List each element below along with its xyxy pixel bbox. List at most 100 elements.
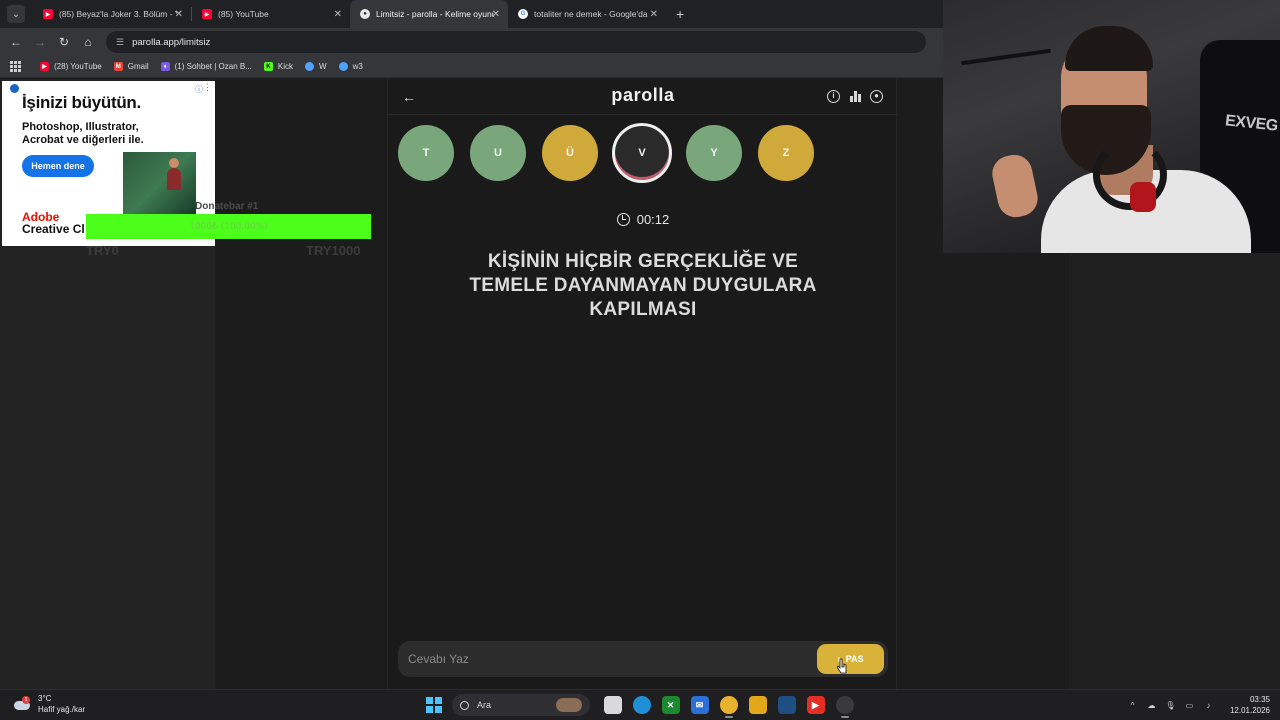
- bookmark-label: W: [319, 62, 327, 71]
- cloud-icon[interactable]: ☁: [1146, 700, 1157, 711]
- browser-tab[interactable]: ▶ (85) Beyaz'la Joker 3. Bölüm - Y ✕: [33, 0, 191, 28]
- close-tab-icon[interactable]: ✕: [492, 9, 500, 20]
- youtube-icon: ▶: [40, 62, 49, 71]
- obs-icon[interactable]: [835, 696, 854, 718]
- bookmark-item[interactable]: ▶ (28) YouTube: [40, 62, 102, 71]
- ad-info-icon[interactable]: ⓘ: [195, 84, 203, 95]
- tab-title: (85) Beyaz'la Joker 3. Bölüm - Y: [59, 9, 177, 19]
- letter-char: Ü: [566, 147, 574, 159]
- volume-icon[interactable]: ♪: [1203, 700, 1214, 711]
- forward-arrow-icon[interactable]: →: [28, 35, 52, 49]
- back-arrow-icon[interactable]: ←: [4, 35, 28, 49]
- ad-body: Photoshop, Illustrator, Acrobat ve diğer…: [22, 121, 144, 146]
- right-gutter: [1069, 253, 1280, 689]
- donatebar-max-label: TRY1000: [306, 243, 361, 258]
- hand-cursor-icon: [837, 658, 847, 674]
- close-tab-icon[interactable]: ✕: [650, 9, 658, 20]
- browser-tab-active[interactable]: ● Limitsiz - parolla - Kelime oyunu ✕: [350, 0, 508, 28]
- bookmark-item[interactable]: K Kick: [263, 62, 293, 71]
- apps-grid-icon[interactable]: [10, 60, 22, 73]
- bookmark-label: Kick: [277, 62, 293, 71]
- taskbar-search[interactable]: Ara: [452, 694, 590, 716]
- windows-start-icon[interactable]: [426, 697, 442, 713]
- youtube-icon: ▶: [202, 9, 212, 19]
- bookmark-item[interactable]: W: [305, 62, 327, 71]
- home-icon[interactable]: ⌂: [76, 35, 100, 49]
- letter-char: U: [494, 147, 502, 159]
- letter-char: Z: [782, 147, 790, 159]
- taskbar-clock[interactable]: 03:35 12.01.2026: [1230, 694, 1270, 716]
- youtube-icon[interactable]: ▶: [806, 696, 825, 714]
- youtube-icon: ▶: [43, 9, 53, 19]
- close-tab-icon[interactable]: ✕: [334, 9, 342, 20]
- mail-icon[interactable]: ✉: [690, 696, 709, 714]
- system-tray: ^ ☁ 🎙 ▭ ♪ 03:35 12.01.2026: [1123, 693, 1270, 717]
- browser-tab[interactable]: G totaliter ne demek - Google'da ✕: [508, 0, 666, 28]
- browser-toolbar: ← → ↻ ⌂ ☰ parolla.app/limitsiz: [0, 28, 943, 56]
- task-view-icon[interactable]: [603, 696, 622, 714]
- donatebar-progress: 1000₺ (100.00%): [86, 214, 371, 239]
- bookmark-item[interactable]: M Gmail: [113, 62, 149, 71]
- letter-char: Y: [710, 147, 718, 159]
- question-text: KİŞİNİN HİÇBİR GERÇEKLİĞE VE TEMELE DAYA…: [469, 251, 817, 320]
- bookmark-item[interactable]: w3: [338, 62, 363, 71]
- pass-button[interactable]: › PAS: [817, 644, 884, 674]
- site-settings-icon[interactable]: ☰: [116, 37, 124, 48]
- weather-widget[interactable]: 1 3°C Hafif yağ./kar: [14, 693, 85, 715]
- bookmark-label: (1) Sohbet | Ozan B...: [174, 62, 252, 71]
- chat-icon: ♦: [160, 62, 170, 71]
- answer-input[interactable]: [398, 641, 808, 677]
- google-icon: G: [518, 9, 528, 19]
- close-tab-icon[interactable]: ✕: [175, 9, 183, 20]
- tab-title: Limitsiz - parolla - Kelime oyunu: [376, 9, 494, 19]
- clock-time: 03:35: [1249, 695, 1270, 704]
- gmail-icon: M: [113, 62, 123, 71]
- bookmark-label: w3: [352, 62, 363, 71]
- bookmarks-bar: ▶ (28) YouTube M Gmail ♦ (1) Sohbet | Ozan …: [0, 56, 943, 78]
- bookmark-label: (28) YouTube: [54, 62, 102, 71]
- new-tab-button[interactable]: +: [676, 6, 684, 22]
- edge-icon[interactable]: [632, 696, 651, 714]
- file-explorer-icon[interactable]: [748, 696, 767, 714]
- app-logo: parolla: [611, 85, 675, 105]
- donatebar-min-label: TRY0: [86, 243, 119, 258]
- ad-headline: İşinizi büyütün.: [22, 93, 141, 112]
- network-icon[interactable]: ▭: [1184, 700, 1195, 711]
- stats-icon[interactable]: [849, 90, 862, 103]
- browser-tab[interactable]: ▶ (85) YouTube ✕: [192, 0, 350, 28]
- weather-desc: Hafif yağ./kar: [38, 705, 86, 714]
- letter-char: V: [638, 147, 646, 159]
- bookmark-item[interactable]: ♦ (1) Sohbet | Ozan B...: [160, 62, 252, 71]
- ad-badge-icon: [10, 84, 19, 93]
- address-bar[interactable]: ☰ parolla.app/limitsiz: [106, 31, 926, 53]
- xbox-icon[interactable]: ✕: [661, 696, 680, 714]
- pass-button-label: PAS: [845, 654, 864, 664]
- ad-cta-button[interactable]: Hemen dene: [22, 155, 94, 177]
- letter-circle-current: V: [612, 123, 672, 183]
- user-icon[interactable]: ●: [870, 90, 883, 103]
- chevron-up-icon[interactable]: ^: [1127, 700, 1138, 711]
- weather-temp: 3°C: [38, 694, 52, 703]
- answer-bar: › PAS: [398, 641, 888, 677]
- browser-tab-strip: ⌄ ▶ (85) Beyaz'la Joker 3. Bölüm - Y ✕ ▶…: [0, 0, 943, 28]
- tab-title: (85) YouTube: [218, 9, 269, 19]
- kick-icon: K: [263, 62, 273, 71]
- tab-search-button[interactable]: ⌄: [7, 5, 25, 23]
- game-panel: ← parolla i ● T U Ü V Y Z 00:12 KİŞİNİN …: [387, 79, 898, 689]
- search-icon: [460, 700, 469, 710]
- ad-brand-product: Creative Cl: [22, 222, 85, 236]
- weather-badge: 1: [22, 696, 30, 704]
- letter-circle: T: [398, 125, 454, 181]
- microphone-icon[interactable]: 🎙: [1165, 700, 1176, 711]
- chrome-icon[interactable]: [719, 696, 738, 718]
- info-icon[interactable]: i: [827, 90, 840, 103]
- ad-menu-icon[interactable]: ⋮: [203, 82, 212, 93]
- steam-icon[interactable]: [777, 696, 796, 714]
- clock-icon: [616, 213, 630, 226]
- ad-image: [123, 152, 196, 216]
- globe-icon: [338, 62, 348, 71]
- letter-circle: Ü: [542, 125, 598, 181]
- clock-date: 12.01.2026: [1229, 706, 1270, 715]
- reload-icon[interactable]: ↻: [52, 35, 76, 49]
- game-header: ← parolla i ●: [388, 79, 898, 115]
